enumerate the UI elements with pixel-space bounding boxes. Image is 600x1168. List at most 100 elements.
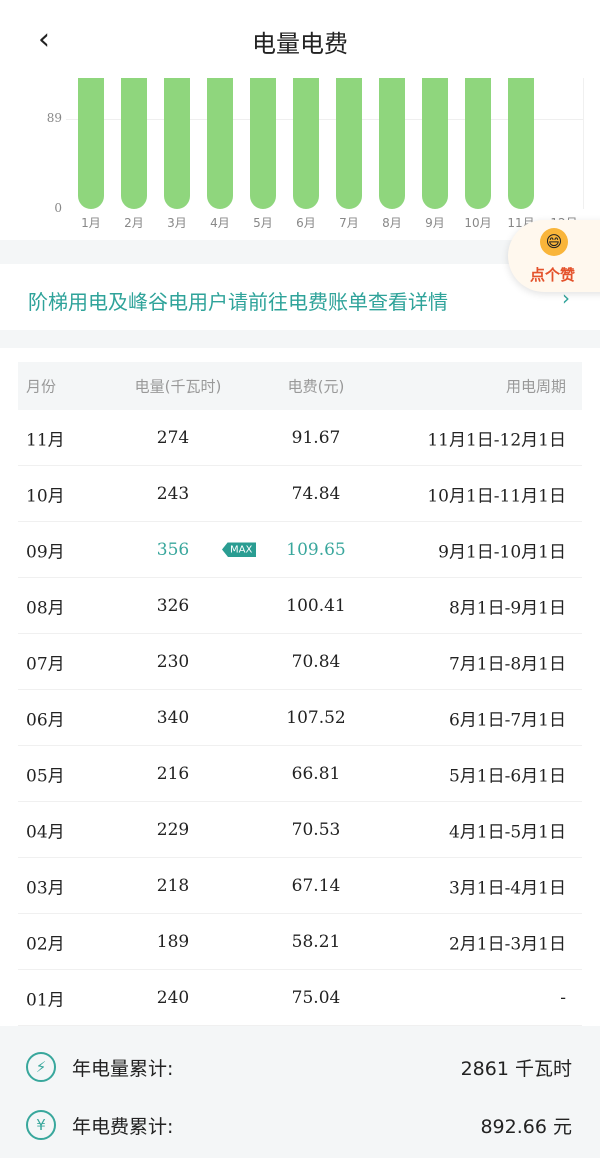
x-tick-label: 8月 (382, 216, 402, 230)
bar-5月[interactable] (250, 78, 276, 209)
cell-month: 03月 (26, 878, 65, 898)
cell-period: 4月1日-5月1日 (448, 822, 566, 842)
like-label: 点个赞 (530, 266, 576, 284)
divider (0, 330, 600, 348)
annual-cost-row: ¥ 年电费累计: 892.66 元 (0, 1100, 600, 1150)
table-row: 07月 230 70.84 7月1日-8月1日 (18, 634, 582, 690)
cell-kwh: 326 (156, 595, 190, 616)
cell-kwh: 189 (156, 931, 190, 952)
bar-9月[interactable] (422, 78, 448, 209)
x-tick-label: 5月 (253, 216, 273, 230)
max-badge: MAX (222, 542, 257, 557)
cell-period: 9月1日-10月1日 (438, 542, 566, 562)
bar-2月[interactable] (121, 78, 147, 209)
cell-period: 11月1日-12月1日 (427, 430, 566, 450)
cell-fee: 66.81 (291, 763, 341, 784)
cell-kwh: 240 (156, 987, 190, 1008)
cell-kwh: 230 (156, 651, 190, 672)
bar-6月[interactable] (293, 78, 319, 209)
annual-energy-row: ⚡ 年电量累计: 2861 千瓦时 (0, 1042, 600, 1092)
table-row: 01月 240 75.04 - (18, 970, 582, 1026)
header-fee: 电费(元) (287, 377, 345, 396)
table-header: 月份 电量(千瓦时) 电费(元) 用电周期 (18, 362, 582, 410)
annual-energy-value: 2861 千瓦时 (460, 1058, 572, 1080)
cell-kwh: 274 (156, 427, 190, 448)
cell-period: - (560, 987, 566, 1008)
x-tick-label: 10月 (464, 216, 492, 230)
cell-kwh: 356 (156, 539, 190, 560)
cell-month: 04月 (26, 822, 65, 842)
x-tick-label: 3月 (167, 216, 187, 230)
cell-kwh: 216 (156, 763, 190, 784)
x-tick-label: 9月 (425, 216, 445, 230)
cell-fee: 70.84 (291, 651, 341, 672)
cell-kwh: 218 (156, 875, 190, 896)
lightning-icon: ⚡ (26, 1052, 56, 1082)
table-row: 04月 229 70.53 4月1日-5月1日 (18, 802, 582, 858)
bar-8月[interactable] (379, 78, 405, 209)
header-period: 用电周期 (505, 377, 566, 396)
header-kwh: 电量(千瓦时) (134, 377, 222, 396)
cell-fee: 109.65 (286, 539, 346, 560)
x-tick-label: 6月 (296, 216, 316, 230)
cell-period: 10月1日-11月1日 (427, 486, 566, 506)
cell-period: 2月1日-3月1日 (448, 934, 566, 954)
cell-month: 09月 (26, 542, 65, 562)
x-tick-label: 2月 (124, 216, 144, 230)
x-tick-label: 4月 (210, 216, 230, 230)
annual-cost-label: 年电费累计: (72, 1116, 174, 1138)
table-row: 10月 243 74.84 10月1日-11月1日 (18, 466, 582, 522)
page-title: 电量电费 (252, 30, 348, 58)
cell-fee: 70.53 (291, 819, 341, 840)
bill-detail-link[interactable]: 阶梯用电及峰谷电用户请前往电费账单查看详情 › (0, 264, 600, 330)
y-tick-label: 0 (54, 201, 62, 215)
nav-header: ‹ 电量电费 (0, 0, 600, 78)
cell-kwh: 229 (156, 819, 190, 840)
like-button[interactable]: 😄 点个赞 (508, 220, 600, 292)
cell-fee: 74.84 (291, 483, 341, 504)
cell-period: 7月1日-8月1日 (448, 654, 566, 674)
table-row: 06月 340 107.52 6月1日-7月1日 (18, 690, 582, 746)
bar-4月[interactable] (207, 78, 233, 209)
bar-11月[interactable] (508, 78, 534, 209)
cell-month: 11月 (26, 430, 65, 450)
smiley-face-icon: 😄 (540, 228, 568, 256)
annual-cost-value: 892.66 元 (480, 1116, 572, 1138)
cell-period: 3月1日-4月1日 (448, 878, 566, 898)
cell-month: 02月 (26, 934, 65, 954)
table-row: 08月 326 100.41 8月1日-9月1日 (18, 578, 582, 634)
cell-month: 05月 (26, 766, 65, 786)
cell-fee: 67.14 (291, 875, 341, 896)
annual-summary: ⚡ 年电量累计: 2861 千瓦时 ¥ 年电费累计: 892.66 元 (0, 1026, 600, 1158)
header-month: 月份 (26, 377, 57, 396)
table-row: 09月 356 MAX 109.65 9月1日-10月1日 (18, 522, 582, 578)
cell-fee: 91.67 (291, 427, 341, 448)
cell-month: 10月 (26, 486, 65, 506)
yuan-icon: ¥ (26, 1110, 56, 1140)
bar-7月[interactable] (336, 78, 362, 209)
cell-month: 08月 (26, 598, 65, 618)
cell-period: 6月1日-7月1日 (448, 710, 566, 730)
cell-fee: 75.04 (291, 987, 341, 1008)
table-row: 05月 216 66.81 5月1日-6月1日 (18, 746, 582, 802)
cell-period: 8月1日-9月1日 (448, 598, 566, 618)
cell-month: 01月 (26, 990, 65, 1010)
table-row: 02月 189 58.21 2月1日-3月1日 (18, 914, 582, 970)
bar-10月[interactable] (465, 78, 491, 209)
cell-period: 5月1日-6月1日 (448, 766, 566, 786)
cell-month: 06月 (26, 710, 65, 730)
usage-table: 月份 电量(千瓦时) 电费(元) 用电周期 11月 274 91.67 11月1… (18, 362, 582, 1026)
table-row: 03月 218 67.14 3月1日-4月1日 (18, 858, 582, 914)
cell-month: 07月 (26, 654, 65, 674)
y-tick-label: 89 (46, 111, 62, 126)
cell-kwh: 243 (156, 483, 190, 504)
cell-kwh: 340 (156, 707, 190, 728)
notice-text: 阶梯用电及峰谷电用户请前往电费账单查看详情 (28, 290, 448, 314)
x-tick-label: 1月 (81, 216, 101, 230)
x-tick-label: 7月 (339, 216, 359, 230)
cell-fee: 100.41 (286, 595, 346, 616)
bar-1月[interactable] (78, 78, 104, 209)
chart-plot-area (66, 78, 584, 209)
cell-fee: 107.52 (286, 707, 346, 728)
bar-3月[interactable] (164, 78, 190, 209)
